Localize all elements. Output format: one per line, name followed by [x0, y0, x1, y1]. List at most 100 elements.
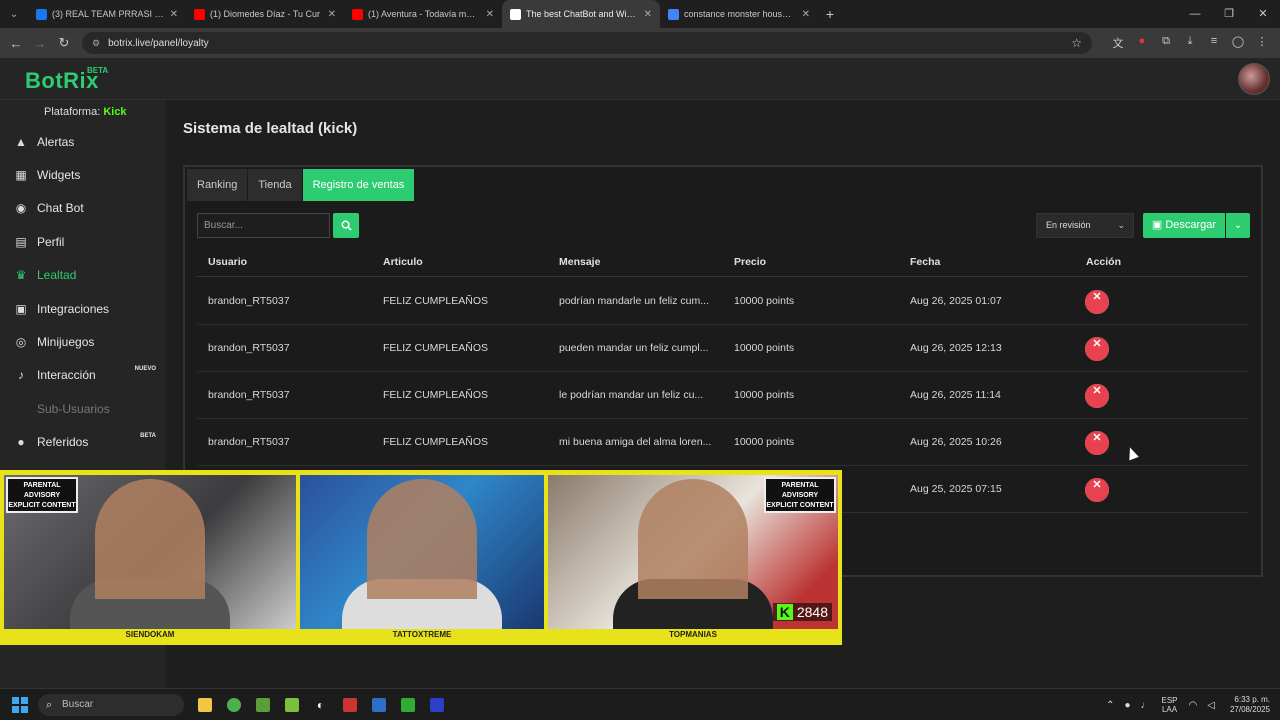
forward-button[interactable]: →: [28, 36, 52, 51]
address-bar[interactable]: ⚙ botrix.live/panel/loyalty ☆: [82, 32, 1092, 54]
extension-red-icon[interactable]: ●: [1130, 35, 1154, 51]
sidebar-item-lealtad[interactable]: ♛ Lealtad: [0, 259, 166, 292]
volume-icon[interactable]: ◁: [1207, 700, 1215, 711]
download-button[interactable]: ▣ Descargar: [1143, 213, 1225, 238]
app-icon[interactable]: [393, 694, 422, 716]
clock[interactable]: 6:33 p. m. 27/08/2025: [1230, 695, 1270, 715]
browser-tab[interactable]: (1) Diomedes Díaz - Tu Cur ✕: [186, 0, 344, 28]
viewer-count: K 2848: [772, 603, 832, 621]
column-header[interactable]: Articulo: [383, 247, 423, 277]
tab-search-button[interactable]: ⌄: [0, 0, 28, 28]
sidebar-item-label: Minijuegos: [37, 335, 95, 350]
wifi-icon[interactable]: ◠: [1189, 700, 1198, 711]
microphone-icon[interactable]: ♩: [1141, 700, 1151, 711]
language-indicator[interactable]: ESP LAA: [1162, 696, 1178, 714]
tab-ranking[interactable]: Ranking: [187, 169, 249, 201]
tab-registro-de-ventas[interactable]: Registro de ventas: [302, 169, 416, 201]
site-info-icon[interactable]: ⚙: [92, 38, 100, 49]
column-header[interactable]: Fecha: [910, 247, 940, 277]
browser-tab[interactable]: The best ChatBot and Widgets ✕: [502, 0, 660, 28]
puzzle-icon[interactable]: ⧉: [1154, 35, 1178, 51]
cell-mensaje: mi buena amiga del alma loren...: [559, 436, 712, 448]
cell-usuario: brandon_RT5037: [208, 295, 290, 307]
browser-tab[interactable]: (1) Aventura - Todavía me ama ✕: [344, 0, 502, 28]
cell-usuario: brandon_RT5037: [208, 436, 290, 448]
chevron-down-icon: ⌄: [1233, 220, 1243, 231]
browser-tab-bar: ⌄ (3) REAL TEAM PRRASI | Facebo✕(1) Diom…: [0, 0, 1280, 28]
url-text: botrix.live/panel/loyalty: [108, 37, 209, 49]
browser-tab[interactable]: constance monster house - Bus ✕: [660, 0, 818, 28]
gamepad-icon: ◎: [15, 335, 27, 350]
sidebar-item-label: Integraciones: [37, 301, 110, 316]
youtube-icon: [194, 8, 205, 20]
new-tab-button[interactable]: +: [818, 6, 842, 22]
cell-fecha: Aug 25, 2025 07:15: [910, 483, 1002, 495]
person-figure: [638, 479, 748, 599]
browser-tab-title: The best ChatBot and Widgets: [526, 9, 638, 19]
sidebar-item-perfil[interactable]: ▤ Perfil: [0, 225, 166, 258]
profile-icon[interactable]: ◯: [1226, 35, 1250, 51]
avatar[interactable]: [1238, 63, 1270, 95]
column-header[interactable]: Precio: [734, 247, 766, 277]
reject-button[interactable]: ✕: [1085, 384, 1109, 408]
capcut-icon[interactable]: ◐: [306, 694, 335, 716]
download-icon[interactable]: ⤓: [1178, 35, 1202, 51]
close-window-button[interactable]: ✕: [1246, 0, 1280, 28]
chrome-icon[interactable]: [219, 694, 248, 716]
file-explorer-icon[interactable]: [190, 694, 219, 716]
search-input[interactable]: [197, 213, 330, 238]
calculator-icon[interactable]: [364, 694, 393, 716]
restore-button[interactable]: ❐: [1212, 0, 1246, 28]
reject-button[interactable]: ✕: [1085, 337, 1109, 361]
minecraft-icon[interactable]: [248, 694, 277, 716]
reject-button[interactable]: ✕: [1085, 431, 1109, 455]
viewer-count-value: 2848: [796, 604, 828, 620]
download-options-button[interactable]: ⌄: [1226, 213, 1250, 238]
reload-button[interactable]: ↻: [52, 35, 76, 51]
close-tab-icon[interactable]: ✕: [802, 9, 810, 20]
sidebar-item-sub-usuarios[interactable]: Sub-Usuarios: [0, 392, 166, 425]
browser-toolbar: ← → ↻ ⚙ botrix.live/panel/loyalty ☆ 文 ● …: [0, 28, 1280, 58]
warning-icon: ▲: [15, 134, 27, 149]
sidebar-item-chat-bot[interactable]: ◉ Chat Bot: [0, 192, 166, 225]
sidebar-item-referidos[interactable]: ● Referidos BETA: [0, 426, 166, 459]
search-button[interactable]: [333, 213, 359, 238]
sidebar-item-minijuegos[interactable]: ◎ Minijuegos: [0, 325, 166, 358]
bookmark-star-icon[interactable]: ☆: [1071, 36, 1082, 50]
browser-tab[interactable]: (3) REAL TEAM PRRASI | Facebo ✕: [28, 0, 186, 28]
users-icon: ●: [17, 435, 25, 450]
back-button[interactable]: ←: [4, 36, 28, 51]
close-tab-icon[interactable]: ✕: [486, 9, 494, 20]
column-header[interactable]: Acción: [1086, 247, 1121, 277]
media-icon[interactable]: ≡: [1202, 35, 1226, 51]
tab-tienda[interactable]: Tienda: [248, 169, 303, 201]
app-icon[interactable]: [277, 694, 306, 716]
cell-fecha: Aug 26, 2025 01:07: [910, 295, 1002, 307]
sidebar-item-widgets[interactable]: ▦ Widgets: [0, 158, 166, 191]
taskbar-search[interactable]: ⌕ Buscar: [38, 694, 184, 716]
chevron-up-icon[interactable]: ⌃: [1106, 700, 1114, 711]
sidebar-item-integraciones[interactable]: ▣ Integraciones: [0, 292, 166, 325]
app-icon[interactable]: [422, 694, 451, 716]
reject-button[interactable]: ✕: [1085, 290, 1109, 314]
browser-menu-icon[interactable]: ⋮: [1250, 35, 1274, 51]
start-button[interactable]: [12, 697, 28, 713]
reject-button[interactable]: ✕: [1085, 478, 1109, 502]
close-tab-icon[interactable]: ✕: [328, 9, 336, 20]
column-header[interactable]: Usuario: [208, 247, 247, 277]
app-icon[interactable]: [335, 694, 364, 716]
person-figure: [367, 479, 477, 599]
sidebar-item-interacci-n[interactable]: ♪ Interacción NUEVO: [0, 359, 166, 392]
sidebar-item-alertas[interactable]: ▲ Alertas: [0, 125, 166, 158]
close-tab-icon[interactable]: ✕: [644, 9, 652, 20]
close-tab-icon[interactable]: ✕: [170, 9, 178, 20]
translate-icon[interactable]: 文: [1106, 35, 1130, 51]
cell-mensaje: pueden mandar un feliz cumpl...: [559, 342, 709, 354]
tray-app-icon[interactable]: ●: [1124, 700, 1130, 711]
stream-overlay: PARENTAL ADVISORY EXPLICIT CONTENT PAREN…: [0, 470, 842, 645]
column-header[interactable]: Mensaje: [559, 247, 600, 277]
botrix-app: BotRix BETA Plataforma: Kick ▲ Alertas ▦ Wi…: [0, 58, 1280, 688]
minimize-button[interactable]: —: [1178, 0, 1212, 28]
status-filter-select[interactable]: En revisión ⌄: [1036, 213, 1134, 238]
window-controls: — ❐ ✕: [1178, 0, 1280, 28]
